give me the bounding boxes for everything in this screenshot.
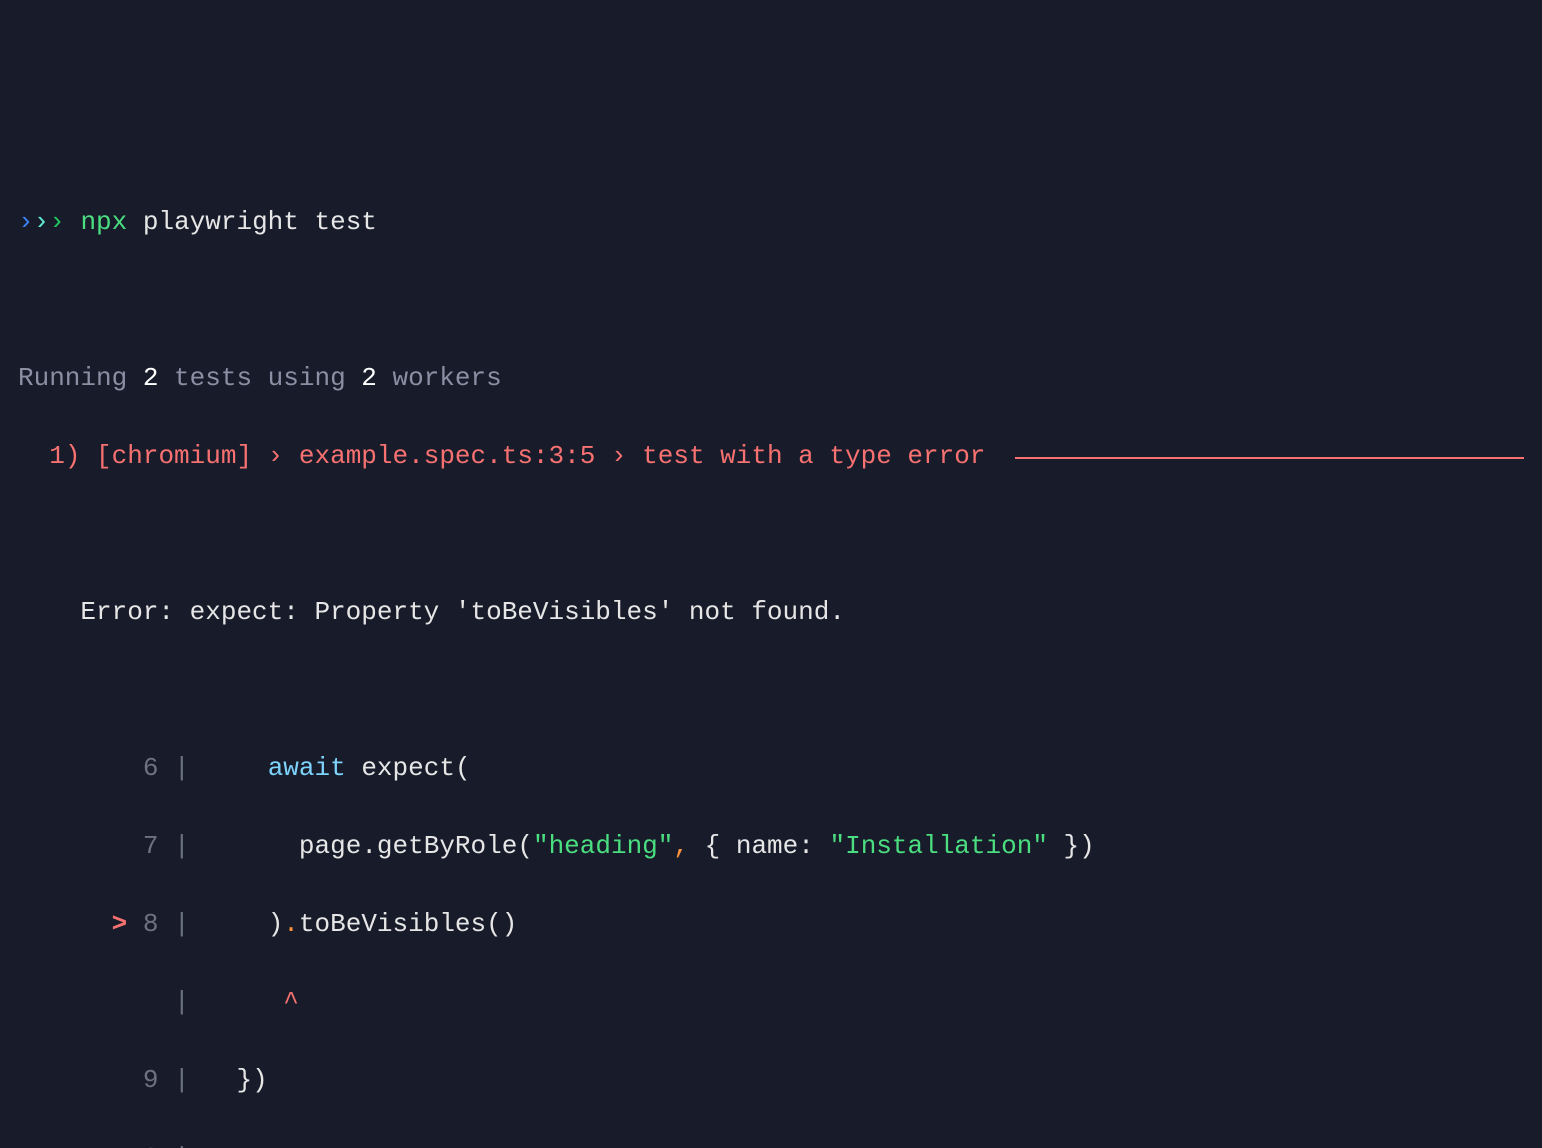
- error-caret-icon: ^: [283, 987, 299, 1017]
- running-summary: Running 2 tests using 2 workers: [18, 359, 1524, 398]
- code-line-6: 6 | await expect(: [18, 749, 1524, 788]
- command-binary: npx: [80, 207, 127, 237]
- failure-file: example.spec.ts:3:5: [299, 441, 595, 471]
- prompt-chevron: ›: [34, 207, 50, 237]
- line-number: 9: [127, 1065, 158, 1095]
- line-number: 6: [127, 753, 158, 783]
- prompt-line: ››› npx playwright test: [18, 203, 1524, 242]
- terminal-output: ››› npx playwright test Running 2 tests …: [18, 164, 1524, 1148]
- code-line-10: 10 |: [18, 1139, 1524, 1148]
- command-args: playwright test: [143, 207, 377, 237]
- line-number: 8: [127, 909, 158, 939]
- string-literal: "heading": [533, 831, 673, 861]
- line-number: 10: [127, 1143, 158, 1148]
- workers-count: 2: [361, 363, 377, 393]
- error-message: Error: expect: Property 'toBeVisibles' n…: [80, 597, 845, 627]
- code-line-8: > 8 | ).toBeVisibles(): [18, 905, 1524, 944]
- prompt-chevron: ›: [49, 207, 65, 237]
- error-message-line: Error: expect: Property 'toBeVisibles' n…: [18, 593, 1524, 632]
- failure-index: 1): [49, 441, 80, 471]
- code-line-9: 9 | }): [18, 1061, 1524, 1100]
- separator-line: [1015, 457, 1524, 459]
- code-caret-line: | ^: [18, 983, 1524, 1022]
- failed-test-header: 1) [chromium] › example.spec.ts:3:5 › te…: [18, 437, 1524, 476]
- error-pointer-icon: >: [112, 909, 128, 939]
- code-line-7: 7 | page.getByRole("heading", { name: "I…: [18, 827, 1524, 866]
- keyword-await: await: [268, 753, 346, 783]
- blank: [18, 281, 1524, 320]
- blank: [18, 515, 1524, 554]
- prompt-chevron: ›: [18, 207, 34, 237]
- string-literal: "Installation": [829, 831, 1047, 861]
- blank: [18, 671, 1524, 710]
- tests-count: 2: [143, 363, 159, 393]
- failure-project: [chromium]: [96, 441, 252, 471]
- line-number: 7: [127, 831, 158, 861]
- failure-title: test with a type error: [642, 441, 985, 471]
